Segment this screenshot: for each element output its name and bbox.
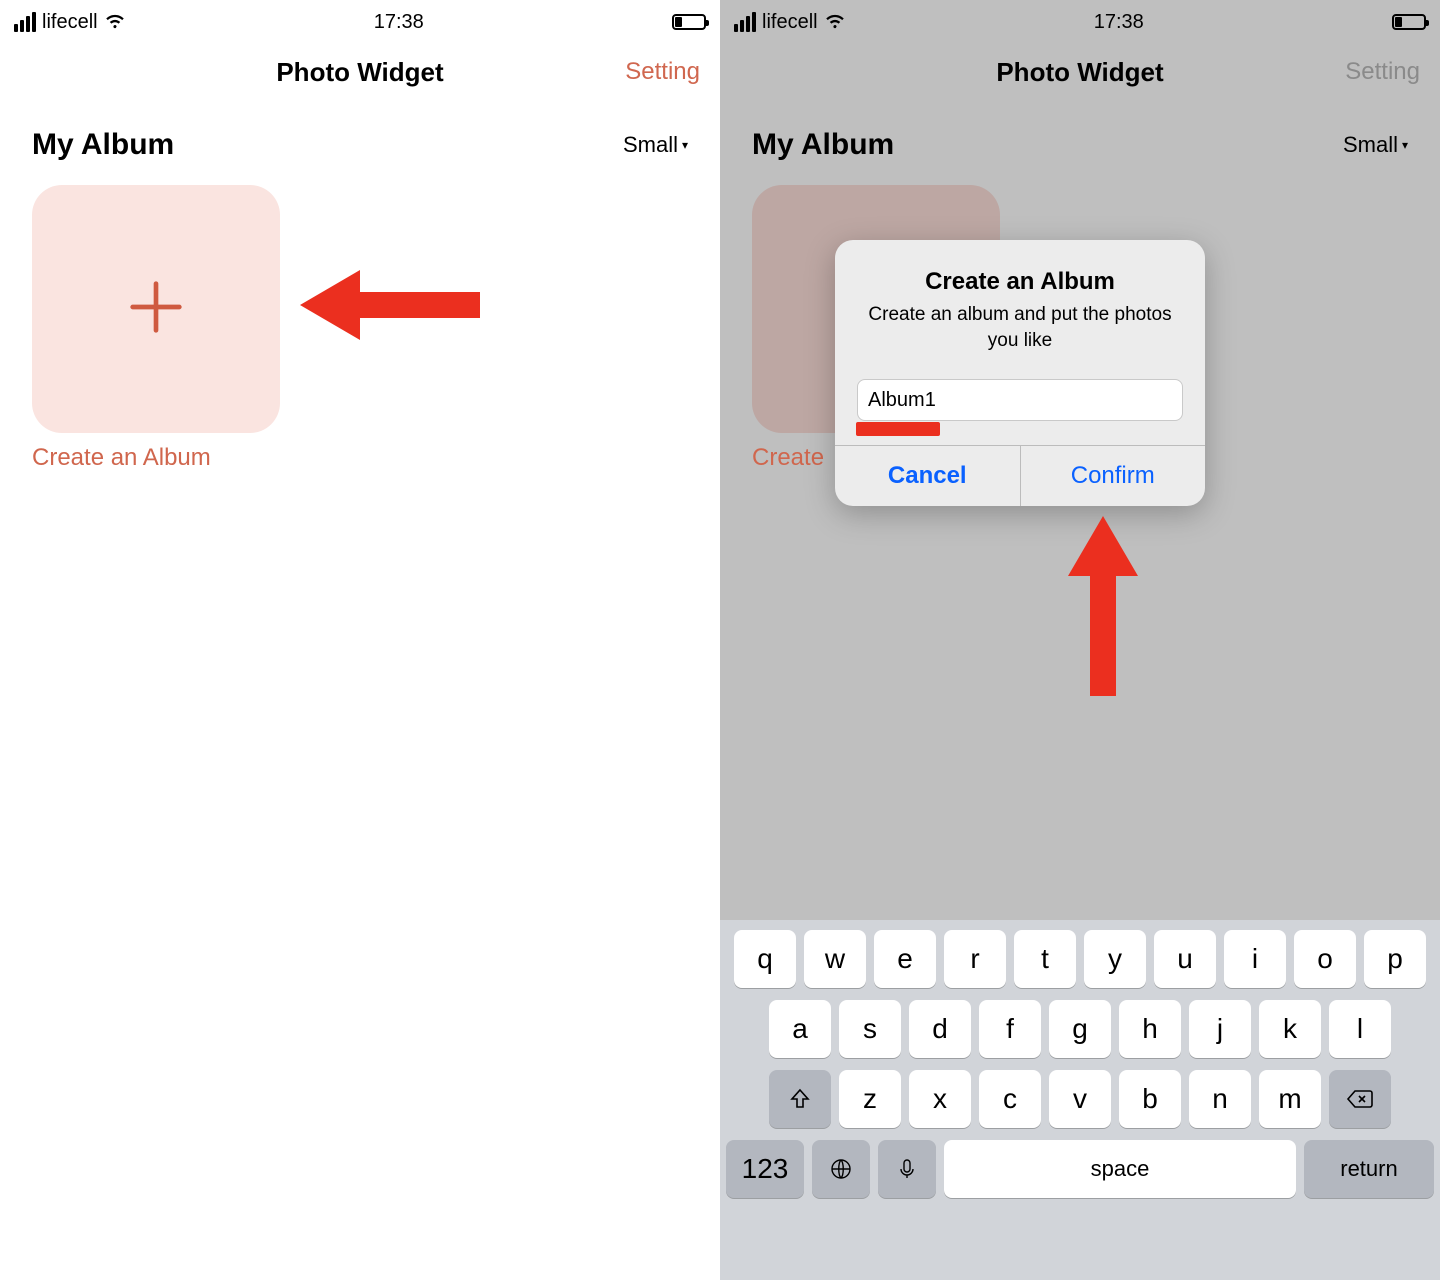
cell-signal-icon [14, 12, 36, 32]
key-f[interactable]: f [979, 1000, 1041, 1058]
annotation-arrow-up [1058, 516, 1148, 701]
key-k[interactable]: k [1259, 1000, 1321, 1058]
key-r[interactable]: r [944, 930, 1006, 988]
settings-button[interactable]: Setting [625, 58, 700, 86]
create-album-dialog: Create an Album Create an album and put … [835, 240, 1205, 506]
key-w[interactable]: w [804, 930, 866, 988]
key-x[interactable]: x [909, 1070, 971, 1128]
keyboard-row-4: 123 space return [726, 1140, 1434, 1198]
page-title: Photo Widget [996, 57, 1163, 88]
mic-key[interactable] [878, 1140, 936, 1198]
key-u[interactable]: u [1154, 930, 1216, 988]
key-g[interactable]: g [1049, 1000, 1111, 1058]
keyboard-row-3: z x c v b n m [726, 1070, 1434, 1128]
key-e[interactable]: e [874, 930, 936, 988]
key-y[interactable]: y [1084, 930, 1146, 988]
plus-icon [121, 272, 191, 347]
key-h[interactable]: h [1119, 1000, 1181, 1058]
carrier-label: lifecell [762, 11, 818, 34]
nav-header: Photo Widget Setting [720, 44, 1440, 100]
size-label: Small [1343, 132, 1398, 158]
status-bar: lifecell 17:38 [720, 0, 1440, 44]
key-p[interactable]: p [1364, 930, 1426, 988]
create-album-caption: Create an Album [32, 444, 211, 472]
keyboard-row-2: a s d f g h j k l [726, 1000, 1434, 1058]
section-header: My Album Small ▾ [0, 118, 720, 162]
key-m[interactable]: m [1259, 1070, 1321, 1128]
album-name-input[interactable] [857, 379, 1183, 421]
key-s[interactable]: s [839, 1000, 901, 1058]
key-t[interactable]: t [1014, 930, 1076, 988]
shift-key[interactable] [769, 1070, 831, 1128]
size-label: Small [623, 132, 678, 158]
key-n[interactable]: n [1189, 1070, 1251, 1128]
space-key[interactable]: space [944, 1140, 1296, 1198]
size-dropdown[interactable]: Small ▾ [1343, 132, 1408, 158]
backspace-key[interactable] [1329, 1070, 1391, 1128]
clock: 17:38 [1094, 11, 1144, 34]
screen-dialog: lifecell 17:38 Photo Widget Setting My A… [720, 0, 1440, 1280]
cell-signal-icon [734, 12, 756, 32]
key-z[interactable]: z [839, 1070, 901, 1128]
key-o[interactable]: o [1294, 930, 1356, 988]
settings-button[interactable]: Setting [1345, 58, 1420, 86]
key-v[interactable]: v [1049, 1070, 1111, 1128]
create-album-caption: Create [752, 444, 824, 472]
battery-icon [672, 14, 706, 30]
chevron-down-icon: ▾ [682, 138, 688, 152]
key-d[interactable]: d [909, 1000, 971, 1058]
chevron-down-icon: ▾ [1402, 138, 1408, 152]
section-header: My Album Small ▾ [720, 118, 1440, 162]
key-l[interactable]: l [1329, 1000, 1391, 1058]
dialog-message: Create an album and put the photos you l… [835, 302, 1205, 353]
key-a[interactable]: a [769, 1000, 831, 1058]
key-j[interactable]: j [1189, 1000, 1251, 1058]
battery-icon [1392, 14, 1426, 30]
dialog-button-row: Cancel Confirm [835, 445, 1205, 506]
carrier-label: lifecell [42, 11, 98, 34]
keyboard-row-1: q w e r t y u i o p [726, 930, 1434, 988]
wifi-icon [824, 8, 846, 36]
annotation-arrow-left [300, 260, 480, 355]
screen-before: lifecell 17:38 Photo Widget Setting My A… [0, 0, 720, 1280]
section-title: My Album [752, 128, 894, 162]
confirm-button[interactable]: Confirm [1021, 446, 1206, 506]
return-key[interactable]: return [1304, 1140, 1434, 1198]
onscreen-keyboard: q w e r t y u i o p a s d f g h j k l z … [720, 920, 1440, 1280]
annotation-underline [856, 422, 940, 436]
size-dropdown[interactable]: Small ▾ [623, 132, 688, 158]
key-i[interactable]: i [1224, 930, 1286, 988]
key-c[interactable]: c [979, 1070, 1041, 1128]
wifi-icon [104, 8, 126, 36]
status-bar: lifecell 17:38 [0, 0, 720, 44]
key-q[interactable]: q [734, 930, 796, 988]
numbers-key[interactable]: 123 [726, 1140, 804, 1198]
cancel-button[interactable]: Cancel [835, 446, 1021, 506]
section-title: My Album [32, 128, 174, 162]
dialog-title: Create an Album [925, 268, 1115, 296]
nav-header: Photo Widget Setting [0, 44, 720, 100]
page-title: Photo Widget [276, 57, 443, 88]
create-album-tile[interactable] [32, 185, 280, 433]
clock: 17:38 [374, 11, 424, 34]
key-b[interactable]: b [1119, 1070, 1181, 1128]
globe-key[interactable] [812, 1140, 870, 1198]
